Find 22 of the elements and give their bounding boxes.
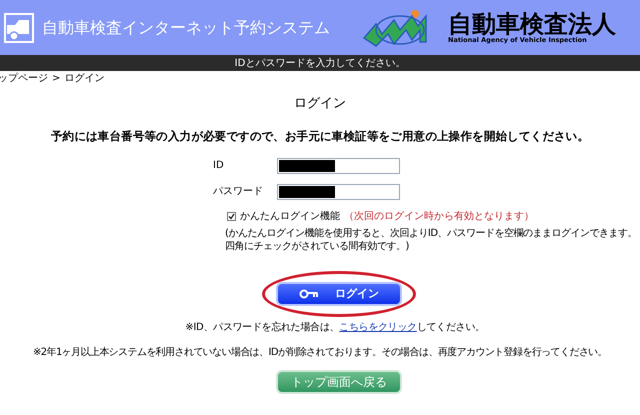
key-icon — [299, 288, 319, 299]
checkbox-hint: （次回のログイン時から有効となります） — [344, 210, 534, 224]
message-bar: IDとパスワードを入力してください。 — [0, 55, 640, 71]
system-title: 自動車検査インターネット予約システム — [42, 16, 330, 38]
truck-icon — [4, 12, 34, 42]
note-text: 四角にチェックがされている間有効です。) — [225, 240, 410, 253]
input-field[interactable] — [277, 184, 400, 200]
field-label: ID — [213, 159, 225, 174]
forgot-link[interactable]: こちらをクリック — [339, 322, 417, 333]
field-label: パスワード — [213, 185, 264, 200]
input-field[interactable] — [277, 158, 400, 174]
breadcrumb-item: ログイン — [64, 72, 104, 86]
breadcrumb-item: > — [52, 72, 60, 86]
checkbox-label: かんたんログイン機能 — [240, 210, 340, 224]
note-text: (かんたんログイン機能を使用すると、次回よりID、パスワードを空欄のままログインできます。 — [225, 226, 638, 240]
forgot-text: ※ID、パスワードを忘れた場合は、こちらをクリック してください。 — [184, 320, 486, 335]
page-title: ログイン — [293, 95, 347, 113]
login-button[interactable]: ログイン — [276, 282, 402, 306]
notice-text: ※2年1ヶ月以上本システムを利用されていない場合は、IDが削除されております。その場合は、再度アカウント登録を行ってください。 — [32, 346, 608, 360]
org-name: 自動車検査法人 — [448, 12, 616, 36]
instruction-text: 予約には車台番号等の入力が必要ですので、お手元に車検証等をご用意の上操作を開始してください。 — [50, 128, 590, 144]
checkbox[interactable] — [227, 212, 236, 221]
